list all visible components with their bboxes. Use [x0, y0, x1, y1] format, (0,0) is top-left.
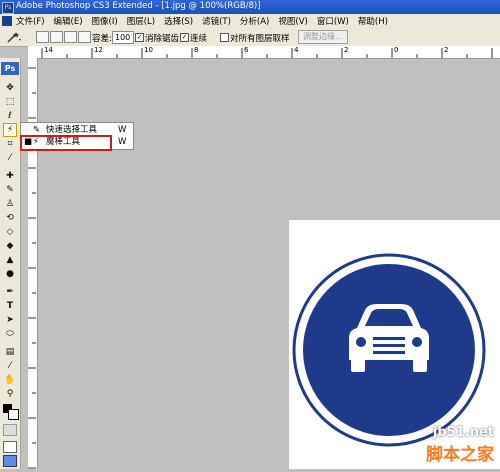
eraser-tool-icon[interactable]: ◇	[4, 226, 16, 238]
shape-tool-icon[interactable]: ⬭	[4, 328, 16, 340]
ruler-label: 14	[44, 46, 53, 54]
antialias-label: 消除锯齿	[145, 34, 180, 44]
ruler-label: 4	[294, 46, 299, 54]
menu-edit[interactable]: 编辑(E)	[54, 15, 83, 27]
path-selection-icon[interactable]: ➤	[4, 314, 16, 326]
quick-mask-button[interactable]	[3, 424, 17, 436]
menu-filter[interactable]: 滤镜(T)	[202, 15, 231, 27]
eyedropper-icon[interactable]: ⁄	[4, 360, 16, 372]
vertical-ruler	[28, 58, 38, 469]
options-bar: 容差: 100 ✓ 消除锯齿 ✓ 连续 对所有图层取样 调整边缘...	[0, 28, 500, 47]
menu-view[interactable]: 视图(V)	[278, 15, 307, 27]
photoshop-logo: Ps	[1, 62, 19, 75]
window-title: Adobe Photoshop CS3 Extended - [1.jpg @ …	[16, 1, 261, 11]
dodge-tool-icon[interactable]: ●	[4, 268, 16, 280]
menu-image[interactable]: 图像(I)	[92, 15, 118, 27]
add-selection-button[interactable]	[50, 31, 63, 43]
zoom-tool-icon[interactable]: ⚲	[4, 388, 16, 400]
blur-tool-icon[interactable]: ▲	[4, 254, 16, 266]
brush-tool-icon[interactable]: ✎	[4, 184, 16, 196]
title-bar: Ps Adobe Photoshop CS3 Extended - [1.jpg…	[0, 0, 500, 14]
marquee-tool-icon[interactable]: ⬚	[4, 96, 16, 108]
ruler-label: 10	[144, 46, 153, 54]
menu-layer[interactable]: 图层(L)	[127, 15, 155, 27]
healing-brush-icon[interactable]: ✚	[4, 170, 16, 182]
ruler-label: 8	[194, 46, 199, 54]
clone-stamp-icon[interactable]: ♙	[4, 198, 16, 210]
refine-edge-button[interactable]: 调整边缘...	[298, 30, 348, 44]
background-color-swatch[interactable]	[8, 409, 19, 420]
tolerance-input[interactable]: 100	[112, 31, 134, 44]
move-tool-icon[interactable]: ✥	[4, 82, 16, 94]
paint-bucket-icon[interactable]: ◆	[4, 240, 16, 252]
lasso-tool-icon[interactable]: ℓ	[4, 110, 16, 122]
ruler-label: 2	[344, 46, 349, 54]
ruler-label: 12	[94, 46, 103, 54]
intersect-selection-button[interactable]	[78, 31, 91, 43]
tolerance-label: 容差:	[92, 34, 112, 44]
ruler-label: 6	[244, 46, 249, 54]
menu-help[interactable]: 帮助(H)	[358, 15, 388, 27]
menu-select[interactable]: 选择(S)	[164, 15, 193, 27]
ruler-label: 0	[394, 46, 399, 54]
pen-tool-icon[interactable]: ✒	[4, 286, 16, 298]
hand-tool-icon[interactable]: ✋	[4, 374, 16, 386]
slice-tool-icon[interactable]: ⁄	[4, 152, 16, 164]
menu-window[interactable]: 窗口(W)	[317, 15, 349, 27]
all-layers-checkbox[interactable]	[220, 33, 229, 42]
crop-tool-icon[interactable]: ⌗	[4, 138, 16, 150]
magic-wand-tool-icon[interactable]: ⚡	[3, 123, 17, 137]
red-highlight-box	[20, 135, 112, 151]
menu-analysis[interactable]: 分析(A)	[240, 15, 269, 27]
all-layers-label: 对所有图层取样	[230, 34, 290, 44]
edit-in-imageready-button[interactable]	[3, 455, 17, 467]
document-icon	[2, 16, 12, 26]
contiguous-checkbox[interactable]: ✓	[180, 33, 189, 42]
antialias-checkbox[interactable]: ✓	[135, 33, 144, 42]
menu-bar: 文件(F) 编辑(E) 图像(I) 图层(L) 选择(S) 滤镜(T) 分析(A…	[0, 14, 500, 29]
watermark-brand: 脚本之家	[426, 445, 494, 465]
selection-mode-group	[36, 31, 91, 43]
toolbox: Ps ✥ ⬚ ℓ ⚡ ⌗ ⁄ ✚ ✎ ♙ ⟲ ◇ ◆ ▲ ● ✒ T ➤ ⬭ ▤…	[0, 58, 21, 469]
screen-mode-button[interactable]	[3, 441, 17, 453]
type-tool-icon[interactable]: T	[4, 300, 16, 312]
history-brush-icon[interactable]: ⟲	[4, 212, 16, 224]
shortcut-key: W	[118, 137, 127, 147]
menu-file[interactable]: 文件(F)	[16, 15, 45, 27]
photoshop-app-icon: Ps	[2, 2, 14, 14]
shortcut-key: W	[118, 125, 127, 135]
notes-tool-icon[interactable]: ▤	[4, 346, 16, 358]
magic-wand-icon[interactable]	[6, 31, 22, 43]
watermark: jb51.net 脚本之家	[426, 425, 494, 465]
subtract-selection-button[interactable]	[64, 31, 77, 43]
contiguous-label: 连续	[190, 34, 208, 44]
horizontal-ruler: 14 12 10 8 6 4 2 0 2	[37, 46, 500, 59]
ruler-label: 2	[444, 46, 449, 54]
watermark-url: jb51.net	[432, 425, 494, 440]
new-selection-button[interactable]	[36, 31, 49, 43]
